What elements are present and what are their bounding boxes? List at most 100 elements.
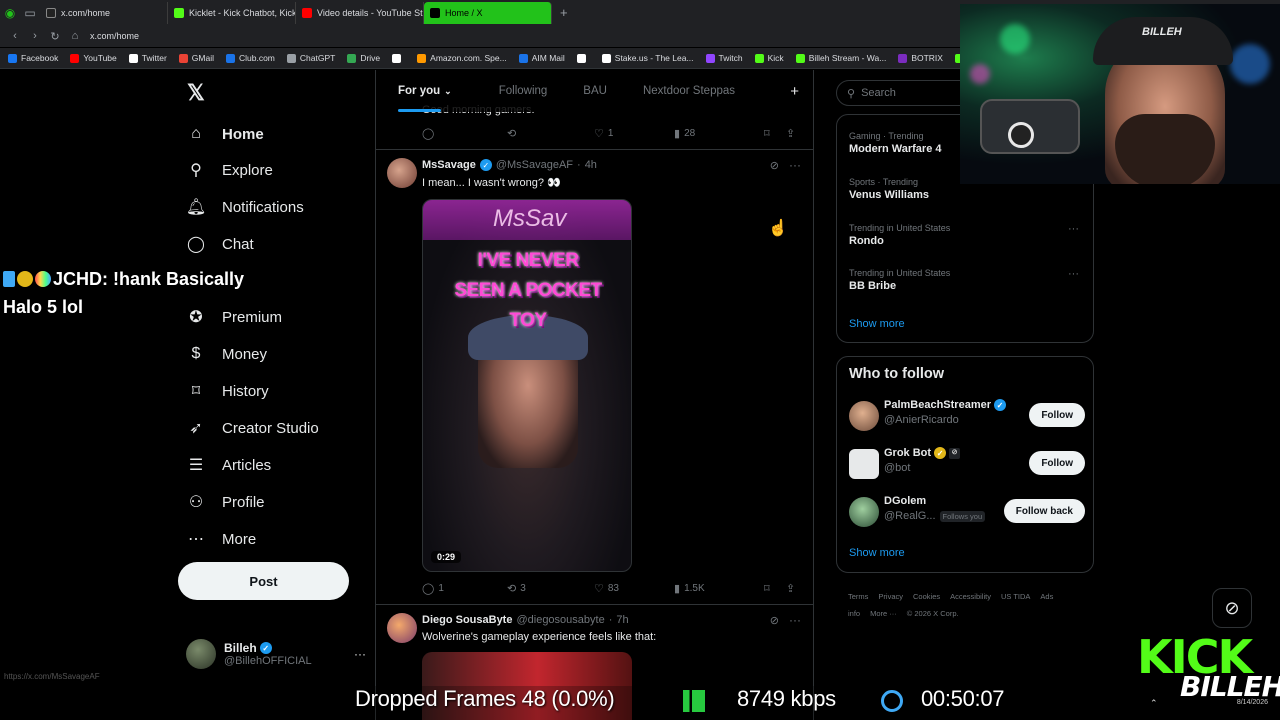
trend-item[interactable]: Trending in United States BB Bribe ··· xyxy=(849,268,1079,292)
bookmark-icon: ⌑ xyxy=(191,383,201,400)
bookmark-item[interactable]: Amazon.com. Spe... xyxy=(417,53,507,63)
follow-suggestion[interactable]: DGolem @RealG... Follows you Follow back xyxy=(849,495,1085,529)
reply-button[interactable]: ◯ xyxy=(422,127,507,140)
tab-bau[interactable]: BAU xyxy=(561,70,629,112)
tab-for-you[interactable]: For you ⌄ xyxy=(376,70,463,112)
bookmark-favicon-icon xyxy=(576,53,586,63)
url-field[interactable]: x.com/home xyxy=(90,31,139,41)
nav-item-money[interactable]: $ Money xyxy=(186,338,267,370)
more-icon: ⋯ xyxy=(188,531,204,548)
avatar[interactable] xyxy=(387,613,417,643)
grok-explain-icon[interactable]: ⊘ xyxy=(770,614,779,627)
tab-manager-icon[interactable]: ▭ xyxy=(20,3,40,23)
forward-icon[interactable]: › xyxy=(30,30,40,42)
nav-item-more[interactable]: ⋯ More xyxy=(186,523,256,555)
account-more-icon[interactable]: ··· xyxy=(354,647,366,661)
browser-menu-icon[interactable]: ◉ xyxy=(0,3,20,23)
browser-tab-4[interactable]: Home / X xyxy=(424,1,552,24)
nav-item-home[interactable]: ⌂ Home xyxy=(186,118,264,150)
who-to-follow-show-more-link[interactable]: Show more xyxy=(849,547,905,559)
follow-suggestion[interactable]: PalmBeachStreamer ✓ @AnierRicardo Follow xyxy=(849,399,1085,433)
share-icon: ⇪ xyxy=(786,582,796,595)
bookmark-item[interactable]: AIM Mail xyxy=(518,53,565,63)
repost-button[interactable]: ⟲ xyxy=(507,127,594,140)
share-button[interactable]: ⇪ xyxy=(786,127,795,140)
browser-tab-3[interactable]: Video details - YouTube Stu xyxy=(296,1,424,24)
bookmark-item[interactable]: GMail xyxy=(178,53,214,63)
tweet-author-name[interactable]: Diego SousaByte xyxy=(422,614,512,626)
footer-link[interactable]: Privacy xyxy=(878,592,903,601)
footer-link[interactable]: More ··· xyxy=(870,609,897,618)
bookmark-item[interactable] xyxy=(392,53,405,63)
new-tab-button[interactable]: + xyxy=(552,5,576,20)
bookmark-item[interactable]: BOTRIX xyxy=(898,53,943,63)
reload-icon[interactable]: ↻ xyxy=(50,30,60,43)
trend-item[interactable]: Trending in United States Rondo ··· xyxy=(849,223,1079,247)
bookmark-item[interactable]: Twitter xyxy=(128,53,167,63)
back-icon[interactable]: ‹ xyxy=(10,30,20,42)
footer-link[interactable]: Cookies xyxy=(913,592,940,601)
browser-tab-label: x.com/home xyxy=(61,7,111,18)
footer-link[interactable]: © 2026 X Corp. xyxy=(907,609,959,618)
bookmark-button[interactable]: ⌑ xyxy=(764,582,786,595)
tweet-more-icon[interactable]: ··· xyxy=(789,613,801,627)
tab-nextdoor-steppas[interactable]: Nextdoor Steppas xyxy=(629,70,746,112)
cam-light xyxy=(1000,24,1030,54)
trends-show-more-link[interactable]: Show more xyxy=(849,318,905,330)
x-logo-icon[interactable]: 𝕏 xyxy=(187,80,205,106)
nav-item-chat[interactable]: ◯ Chat xyxy=(186,228,254,260)
reply-button[interactable]: ◯ 1 xyxy=(422,582,507,595)
search-placeholder: Search xyxy=(861,87,896,99)
grok-explain-icon[interactable]: ⊘ xyxy=(770,159,779,172)
bookmark-item[interactable]: ChatGPT xyxy=(286,53,335,63)
browser-tab-2[interactable]: Kicklet - Kick Chatbot, Kick xyxy=(168,1,296,24)
footer-link[interactable]: Accessibility xyxy=(950,592,991,601)
bookmark-item[interactable]: Club.com xyxy=(225,53,275,63)
bookmark-item[interactable]: Facebook xyxy=(8,53,58,63)
bookmark-item[interactable]: Kick xyxy=(754,53,784,63)
tweet-time[interactable]: 4h xyxy=(585,159,597,171)
grok-floating-button[interactable]: ⊘ xyxy=(1212,588,1252,628)
nav-item-explore[interactable]: ⚲ Explore xyxy=(186,154,273,186)
nav-item-history[interactable]: ⌑ History xyxy=(186,375,269,407)
browser-tab-1[interactable]: x.com/home xyxy=(40,1,168,24)
tweet-time[interactable]: 7h xyxy=(616,614,628,626)
bookmark-item[interactable]: Stake.us - The Lea... xyxy=(601,53,694,63)
add-tab-icon[interactable]: + xyxy=(790,83,799,100)
tab-following[interactable]: Following xyxy=(463,70,562,112)
nav-item-notifications[interactable]: 🔔︎ Notifications xyxy=(186,191,304,223)
bookmark-button[interactable]: ⌑ xyxy=(764,127,786,140)
views-button[interactable]: ▮ 28 xyxy=(674,127,764,140)
post-button[interactable]: Post xyxy=(178,562,349,600)
bookmark-item[interactable]: YouTube xyxy=(70,53,117,63)
follow-suggestion[interactable]: Grok Bot ✓ ⊘ @bot Follow xyxy=(849,447,1085,481)
like-button[interactable]: ♡ 1 xyxy=(594,127,674,140)
follow-button[interactable]: Follow xyxy=(1029,451,1085,475)
avatar[interactable] xyxy=(387,158,417,188)
system-tray-icon[interactable]: ⌃ xyxy=(1150,698,1158,709)
bookmark-item[interactable] xyxy=(576,53,590,63)
repost-button[interactable]: ⟲ 3 xyxy=(507,582,594,595)
trend-more-icon[interactable]: ··· xyxy=(1068,223,1079,235)
bookmark-item[interactable]: Twitch xyxy=(705,53,743,63)
footer-link[interactable]: US TIDA xyxy=(1001,592,1030,601)
share-button[interactable]: ⇪ xyxy=(786,582,795,595)
trend-more-icon[interactable]: ··· xyxy=(1068,268,1079,280)
tweet-more-icon[interactable]: ··· xyxy=(789,158,801,172)
bookmark-item[interactable]: Drive xyxy=(347,53,380,63)
views-button[interactable]: ▮ 1.5K xyxy=(674,582,764,595)
follow-button[interactable]: Follow xyxy=(1029,403,1085,427)
nav-item-articles[interactable]: ☰ Articles xyxy=(186,449,271,481)
follow-back-button[interactable]: Follow back xyxy=(1003,499,1085,523)
nav-item-creator-studio[interactable]: ➶ Creator Studio xyxy=(186,412,318,444)
site-info-icon[interactable]: ⌂ xyxy=(70,30,80,42)
tweet-author-handle[interactable]: @diegosousabyte xyxy=(516,614,604,626)
tweet-video[interactable]: MsSav I'VE NEVER SEEN A POCKET TOY 0:29 xyxy=(422,199,632,572)
like-button[interactable]: ♡ 83 xyxy=(594,582,674,595)
nav-item-profile[interactable]: ⚇ Profile xyxy=(186,486,265,518)
tweet-author-name[interactable]: MsSavage xyxy=(422,159,476,171)
account-switcher[interactable]: Billeh ✓ @BillehOFFICIAL ··· xyxy=(186,636,366,672)
footer-link[interactable]: Terms xyxy=(848,592,868,601)
tweet-author-handle[interactable]: @MsSavageAF xyxy=(496,159,573,171)
bookmark-item[interactable]: Billeh Stream - Wa... xyxy=(795,53,886,63)
